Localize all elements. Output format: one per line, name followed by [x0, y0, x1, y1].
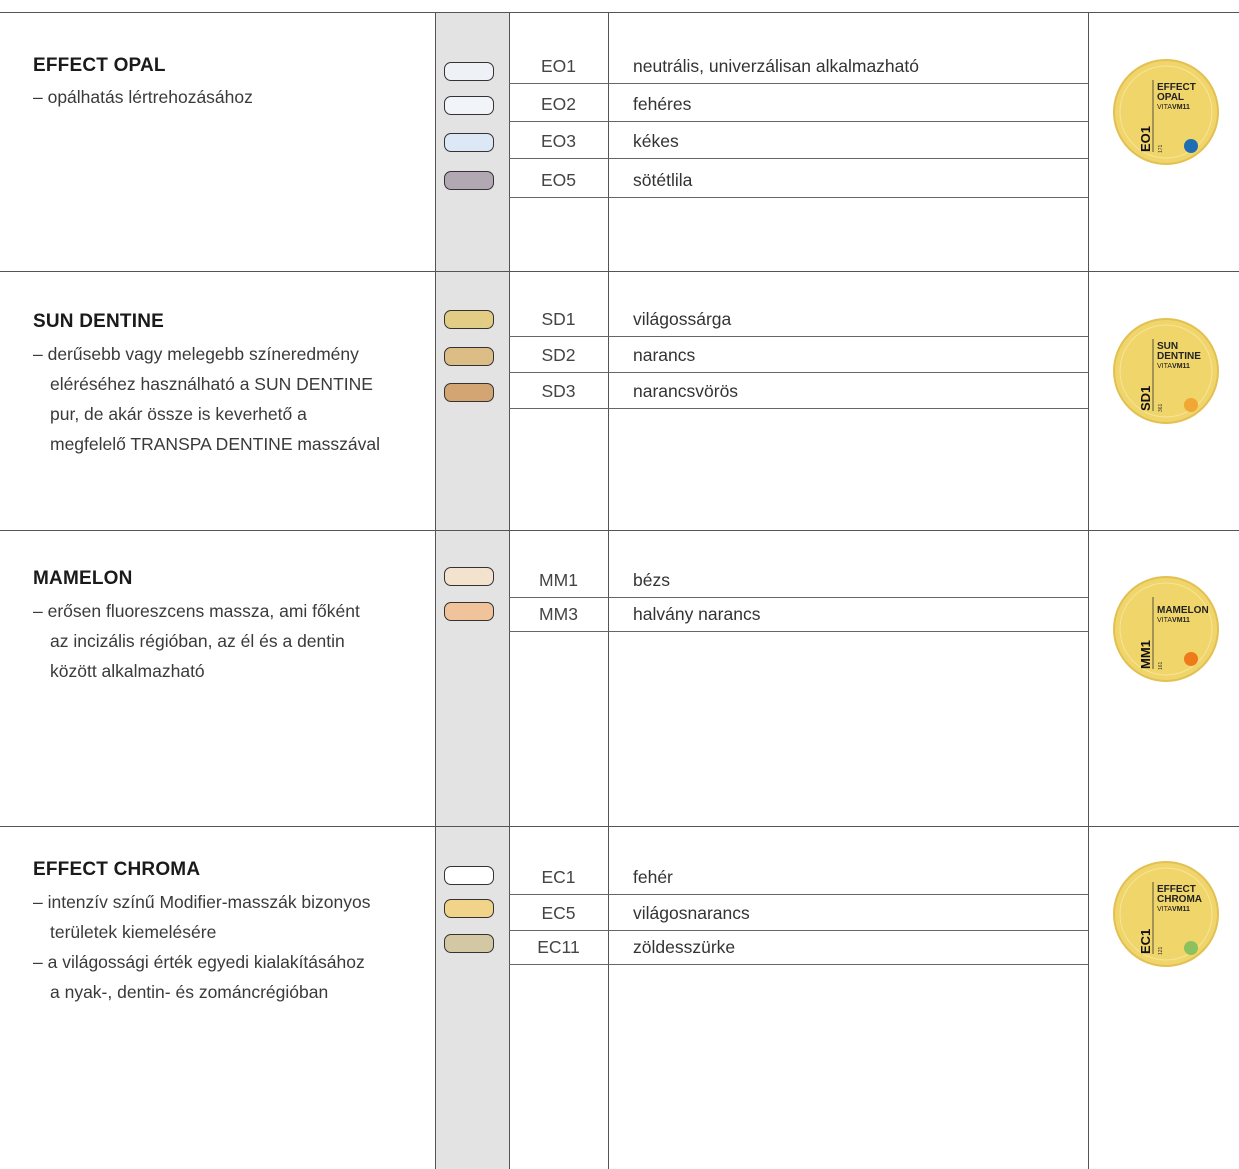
- section-title: EFFECT OPAL: [33, 55, 166, 76]
- description-line: – erősen fluoreszcens massza, ami főként: [33, 601, 360, 621]
- shade-name: narancs: [633, 345, 696, 365]
- section-title: EFFECT CHROMA: [33, 859, 201, 880]
- shade-row: EO5 sötétlila: [509, 162, 1088, 198]
- description-line: – opálhatás lértrehozásához: [33, 87, 253, 107]
- shade-row: EC11 zöldesszürke: [509, 929, 1088, 965]
- shade-code: EO2: [540, 94, 577, 114]
- description-line: – intenzív színű Modifier-masszák bizony…: [33, 892, 371, 912]
- color-swatch: [444, 934, 494, 953]
- color-swatch: [444, 310, 494, 329]
- shade-code: MM3: [539, 604, 578, 624]
- shade-code: EO5: [540, 170, 577, 190]
- shade-name: világosnarancs: [633, 903, 750, 923]
- shade-row: SD3 narancsvörös: [509, 373, 1088, 409]
- shade-row: MM1 bézs: [509, 562, 1088, 598]
- shade-row: MM3 halvány narancs: [509, 596, 1088, 632]
- shade-code: SD3: [541, 381, 576, 401]
- description-line: pur, de akár össze is keverhető a: [50, 404, 307, 424]
- shade-row: EO3 kékes: [509, 123, 1088, 159]
- color-swatch: [444, 62, 494, 81]
- color-swatch: [444, 602, 494, 621]
- section-effect-chroma: EFFECT CHROMA – intenzív színű Modifier-…: [0, 826, 1239, 1169]
- description-line: – derűsebb vagy melegebb színeredmény: [33, 344, 359, 364]
- shade-row: EC1 fehér: [509, 859, 1088, 895]
- description-line: – a világossági érték egyedi kialakításá…: [33, 952, 365, 972]
- shade-code: EO3: [540, 131, 577, 151]
- jar-brand: VITAVM11: [1157, 617, 1190, 624]
- description-line: az incizális régióban, az él és a dentin: [50, 631, 345, 651]
- description-line: elérés­éhez használható a SUN DENTINE: [50, 374, 373, 394]
- shade-code: MM1: [539, 570, 578, 590]
- section-description: – intenzív színű Modifier-masszák bizony…: [33, 887, 428, 1007]
- shade-code: SD2: [541, 345, 576, 365]
- color-swatch: [444, 347, 494, 366]
- color-swatch: [444, 383, 494, 402]
- color-swatch: [444, 866, 494, 885]
- jar-label-line2: DENTINE: [1157, 351, 1201, 362]
- shade-row: EC5 világosnarancs: [509, 895, 1088, 931]
- shade-code: SD1: [541, 309, 576, 329]
- jar-code: EC1: [1138, 929, 1153, 954]
- jar-number: 161: [1158, 661, 1164, 670]
- section-description: – opálhatás lértrehozásához: [33, 82, 428, 112]
- product-jar-image: EFFECT CHROMA VITAVM11 EC1 121: [1113, 861, 1219, 967]
- jar-color-dot: [1184, 652, 1198, 666]
- jar-label-line1: MAMELON: [1157, 605, 1209, 616]
- product-jar-image: EFFECT OPAL VITAVM11 EO1 171: [1113, 59, 1219, 165]
- shade-name: narancsvörös: [633, 381, 739, 401]
- shade-row: SD1 világossárga: [509, 301, 1088, 337]
- section-effect-opal: EFFECT OPAL – opálhatás lértrehozásához …: [0, 12, 1239, 271]
- jar-number: 121: [1158, 946, 1164, 955]
- shade-name: bézs: [633, 570, 670, 590]
- color-swatch: [444, 567, 494, 586]
- jar-code: EO1: [1138, 126, 1153, 152]
- shade-name: fehér: [633, 867, 673, 887]
- shade-name: neutrális, univerzálisan alkalmazható: [633, 56, 919, 76]
- jar-brand: VITAVM11: [1157, 104, 1190, 111]
- product-jar-image: SUN DENTINE VITAVM11 SD1 361: [1113, 318, 1219, 424]
- section-title: SUN DENTINE: [33, 311, 164, 332]
- section-description: – erősen fluoreszcens massza, ami főként…: [33, 596, 428, 686]
- color-swatch: [444, 96, 494, 115]
- section-title: MAMELON: [33, 568, 133, 589]
- shade-name: fehéres: [633, 94, 692, 114]
- section-description: – derűsebb vagy melegebb színeredmény el…: [33, 339, 428, 459]
- jar-color-dot: [1184, 398, 1198, 412]
- shade-name: zöldesszürke: [633, 937, 736, 957]
- jar-label-line2: OPAL: [1157, 92, 1184, 103]
- shade-row: EO2 fehéres: [509, 86, 1088, 122]
- description-line: között alkalmazható: [50, 661, 205, 681]
- jar-number: 171: [1158, 144, 1164, 153]
- product-jar-image: MAMELON VITAVM11 MM1 161: [1113, 576, 1219, 682]
- shade-code: EC11: [537, 937, 580, 957]
- description-line: területek kiemelésére: [50, 922, 217, 942]
- shade-code: EC5: [541, 903, 576, 923]
- jar-code: MM1: [1138, 640, 1153, 669]
- shade-name: világossárga: [633, 309, 732, 329]
- description-line: megfelelő TRANSPA DENTINE masszával: [50, 434, 381, 454]
- jar-number: 361: [1158, 403, 1164, 412]
- shade-code: EO1: [540, 56, 577, 76]
- shade-row: SD2 narancs: [509, 337, 1088, 373]
- jar-color-dot: [1184, 139, 1198, 153]
- description-line: a nyak-, dentin- és zománcrégióban: [50, 982, 329, 1002]
- section-mamelon: MAMELON – erősen fluoreszcens massza, am…: [0, 530, 1239, 826]
- color-swatch: [444, 899, 494, 918]
- jar-brand: VITAVM11: [1157, 906, 1190, 913]
- shade-row: EO1 neutrális, univerzálisan alkalmazhat…: [509, 48, 1088, 84]
- shade-code: EC1: [541, 867, 576, 887]
- jar-code: SD1: [1138, 386, 1153, 411]
- section-sun-dentine: SUN DENTINE – derűsebb vagy melegebb szí…: [0, 271, 1239, 530]
- jar-color-dot: [1184, 941, 1198, 955]
- jar-brand: VITAVM11: [1157, 363, 1190, 370]
- shade-name: halvány narancs: [633, 604, 761, 624]
- color-swatch: [444, 133, 494, 152]
- shade-name: sötétlila: [633, 170, 693, 190]
- color-swatch: [444, 171, 494, 190]
- jar-label-line2: CHROMA: [1157, 894, 1202, 905]
- shade-name: kékes: [633, 131, 679, 151]
